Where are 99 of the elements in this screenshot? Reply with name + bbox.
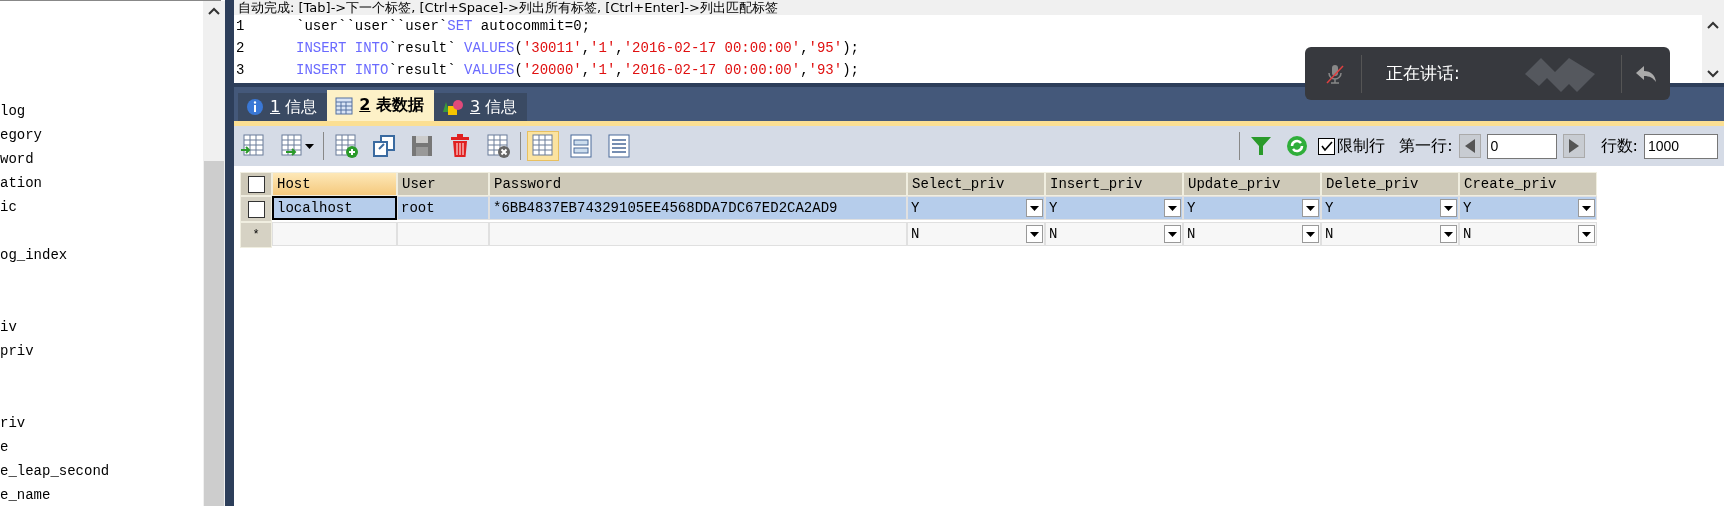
dropdown-button[interactable] bbox=[1164, 199, 1181, 217]
dropdown-caret-icon bbox=[1306, 205, 1315, 211]
refresh-icon bbox=[1285, 134, 1310, 158]
new-row-marker: * bbox=[240, 222, 272, 248]
dropdown-caret-icon bbox=[305, 143, 314, 149]
view-mode-button[interactable] bbox=[527, 131, 559, 161]
column-header[interactable]: Update_priv bbox=[1183, 172, 1321, 196]
result-tab[interactable]: 3 信息 bbox=[434, 93, 528, 121]
scrollbar[interactable] bbox=[1702, 15, 1724, 83]
table-tree-item[interactable]: riv bbox=[0, 411, 203, 435]
dropdown-caret-icon bbox=[1306, 231, 1315, 237]
table-tree-item[interactable]: ic bbox=[0, 195, 203, 219]
first-row-label: 第一行: bbox=[1399, 135, 1453, 157]
autocomplete-hint: 自动完成: [Tab]->下一个标签, [Ctrl+Space]->列出所有标签, [Ctrl+Enter]->列出匹配标签 bbox=[234, 0, 1724, 15]
table-cell[interactable] bbox=[272, 222, 397, 246]
column-header[interactable]: User bbox=[397, 172, 489, 196]
column-header[interactable]: Password bbox=[489, 172, 907, 196]
table-cell[interactable] bbox=[489, 222, 907, 246]
row-count-label: 行数: bbox=[1600, 135, 1638, 157]
dropdown-button[interactable] bbox=[1440, 225, 1457, 243]
grid-import-icon bbox=[241, 133, 267, 159]
save-icon bbox=[409, 133, 435, 159]
code-line: INSERT INTO`result` VALUES('30011','1','2016-02-17 00:00:00','95'); bbox=[296, 40, 859, 56]
table-cell[interactable]: N bbox=[1045, 222, 1183, 246]
dropdown-caret-icon bbox=[1168, 205, 1177, 211]
column-header[interactable]: Select_priv bbox=[907, 172, 1045, 196]
dropdown-button[interactable] bbox=[1164, 225, 1181, 243]
text-view-icon bbox=[606, 133, 632, 159]
row-count-input[interactable]: 1000 bbox=[1644, 133, 1718, 159]
table-tree-item[interactable]: iv bbox=[0, 315, 203, 339]
grid-view-icon bbox=[530, 133, 556, 159]
dropdown-button[interactable] bbox=[1302, 199, 1319, 217]
grid-cancel-icon bbox=[485, 133, 511, 159]
left-triangle-icon bbox=[1464, 139, 1475, 153]
dropdown-button[interactable] bbox=[1026, 225, 1043, 243]
table-cell[interactable]: root bbox=[397, 196, 489, 220]
table-cell[interactable]: *6BB4837EB74329105EE4568DDA7DC67ED2CA2AD9 bbox=[489, 196, 907, 220]
grid-icon bbox=[335, 96, 354, 115]
table-tree-item[interactable]: priv bbox=[0, 339, 203, 363]
form-view-icon bbox=[568, 133, 594, 159]
scrollbar[interactable] bbox=[203, 1, 225, 506]
info-icon bbox=[246, 98, 264, 116]
previous-button[interactable] bbox=[1458, 134, 1481, 158]
line-number: 3 bbox=[235, 62, 246, 78]
grid-add-icon bbox=[333, 133, 359, 159]
table-tree-item[interactable]: e_leap_second bbox=[0, 459, 203, 483]
dropdown-caret-icon bbox=[1582, 231, 1591, 237]
table-cell[interactable]: N bbox=[1459, 222, 1597, 246]
speaking-label: 正在讲话: bbox=[1386, 62, 1460, 85]
table-cell[interactable]: Y bbox=[1045, 196, 1183, 220]
copy-arrow-icon bbox=[371, 133, 397, 159]
line-number: 1 bbox=[235, 18, 246, 34]
table-cell[interactable]: Y bbox=[1459, 196, 1597, 220]
right-triangle-icon bbox=[1568, 139, 1579, 153]
table-tree-item[interactable]: egory bbox=[0, 123, 203, 147]
logo-icon bbox=[1525, 55, 1595, 92]
grid-export-icon bbox=[279, 133, 305, 159]
table-tree-item[interactable]: og_index bbox=[0, 243, 203, 267]
dropdown-caret-icon bbox=[1444, 205, 1453, 211]
dropdown-caret-icon bbox=[1030, 205, 1039, 211]
code-line: `user``user``user`SET autocommit=0; bbox=[296, 18, 591, 34]
column-header[interactable]: Insert_priv bbox=[1045, 172, 1183, 196]
table-cell[interactable]: Y bbox=[1321, 196, 1459, 220]
table-cell[interactable]: localhost bbox=[272, 196, 397, 220]
column-header[interactable]: Create_priv bbox=[1459, 172, 1597, 196]
line-number: 2 bbox=[235, 40, 246, 56]
column-header[interactable]: Host bbox=[272, 172, 397, 196]
table-tree-item[interactable]: e bbox=[0, 435, 203, 459]
table-cell[interactable]: Y bbox=[1183, 196, 1321, 220]
column-header[interactable]: Delete_priv bbox=[1321, 172, 1459, 196]
table-tree-item[interactable]: log bbox=[0, 99, 203, 123]
dropdown-caret-icon bbox=[1168, 231, 1177, 237]
table-cell[interactable]: N bbox=[1321, 222, 1459, 246]
table-cell[interactable] bbox=[397, 222, 489, 246]
dropdown-caret-icon bbox=[1444, 231, 1453, 237]
dropdown-button[interactable] bbox=[1026, 199, 1043, 217]
shapes-icon bbox=[442, 98, 464, 116]
table-cell[interactable]: Y bbox=[907, 196, 1045, 220]
table-cell[interactable]: N bbox=[1183, 222, 1321, 246]
result-tab[interactable]: 2 表数据 bbox=[327, 90, 434, 121]
filter-icon bbox=[1249, 134, 1274, 158]
checkmark-icon bbox=[1320, 140, 1333, 152]
table-tree-item[interactable]: e_name bbox=[0, 483, 203, 506]
dropdown-button[interactable] bbox=[1440, 199, 1457, 217]
next-button[interactable] bbox=[1562, 134, 1585, 158]
row-checkbox[interactable] bbox=[247, 200, 265, 218]
dropdown-button[interactable] bbox=[1302, 225, 1319, 243]
limit-rows-checkbox[interactable]: 限制行 bbox=[1318, 135, 1386, 157]
dropdown-caret-icon bbox=[1030, 231, 1039, 237]
dropdown-caret-icon bbox=[1582, 205, 1591, 211]
table-tree-item[interactable]: ation bbox=[0, 171, 203, 195]
code-line: INSERT INTO`result` VALUES('20000','1','2016-02-17 00:00:00','93'); bbox=[296, 62, 859, 78]
dropdown-button[interactable] bbox=[1578, 225, 1595, 243]
select-all-checkbox[interactable] bbox=[247, 175, 265, 193]
first-row-input[interactable]: 0 bbox=[1486, 133, 1557, 159]
dropdown-button[interactable] bbox=[1578, 199, 1595, 217]
table-tree-item[interactable]: word bbox=[0, 147, 203, 171]
table-cell[interactable]: N bbox=[907, 222, 1045, 246]
result-tab[interactable]: 1 信息 bbox=[238, 93, 328, 121]
